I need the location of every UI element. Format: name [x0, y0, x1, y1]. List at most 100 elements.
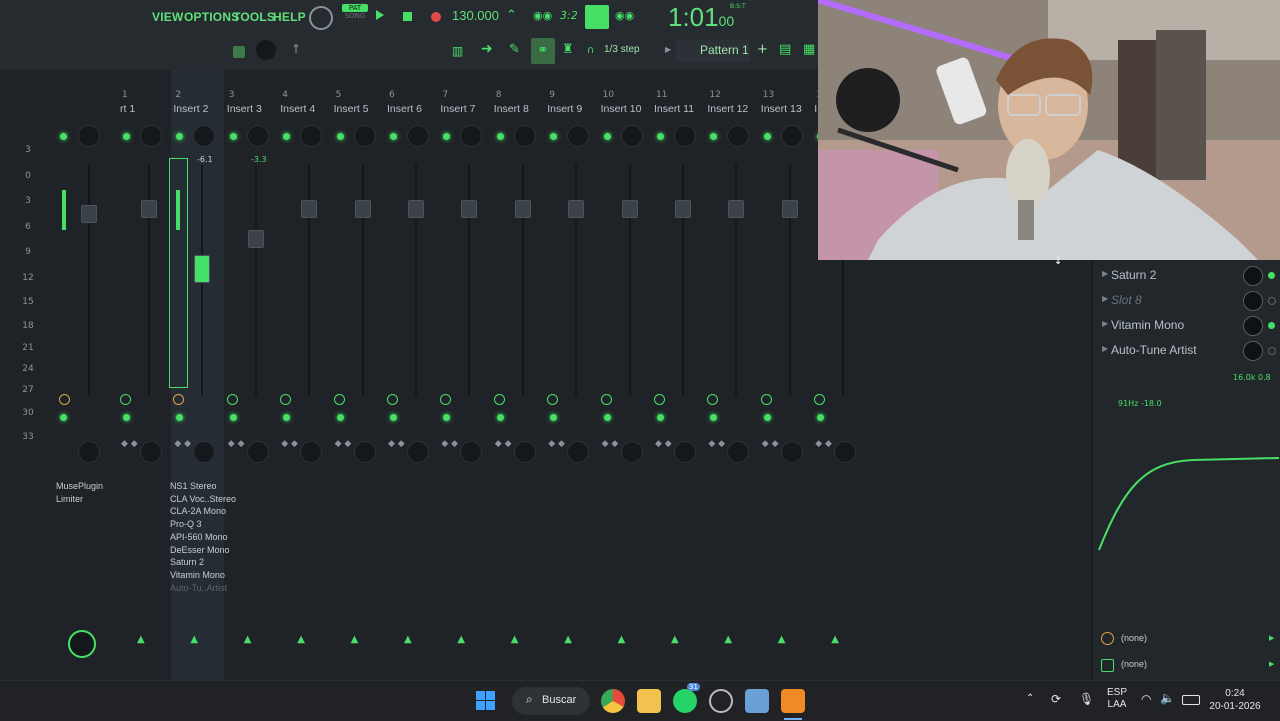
microphone-icon[interactable]: 🎙	[1079, 692, 1094, 706]
fx-item[interactable]: Limiter	[56, 493, 103, 506]
fx-ring-icon[interactable]	[547, 394, 559, 405]
output-dropdown-icon[interactable]: ▶	[1269, 660, 1274, 668]
slot-mix-knob[interactable]	[1243, 291, 1263, 311]
fx-slot-10[interactable]: ▶ Auto-Tune Artist	[1093, 339, 1280, 363]
mute-led[interactable]	[443, 133, 451, 140]
pan-knob[interactable]	[460, 125, 483, 147]
mute-led[interactable]	[763, 133, 771, 140]
slot-enable-led[interactable]	[1268, 272, 1275, 279]
stereo-separation-icon[interactable]: ◆ ◆	[388, 440, 405, 449]
fx-item[interactable]: Saturn 2	[170, 556, 236, 569]
route-arrow-icon[interactable]: ▲	[297, 634, 305, 645]
record-led[interactable]	[60, 414, 67, 421]
stereo-separation-icon[interactable]: ◆ ◆	[762, 440, 779, 449]
volume-fader[interactable]	[621, 200, 638, 218]
slot-mix-knob[interactable]	[1243, 341, 1263, 361]
record-led[interactable]	[283, 414, 291, 421]
stereo-knob[interactable]	[460, 441, 483, 463]
mixer-insert-strip[interactable]: 1 rt 1 ◆ ◆ ▲	[118, 70, 171, 680]
stereo-separation-icon[interactable]: ◆ ◆	[495, 440, 512, 449]
chrome-icon[interactable]	[601, 689, 625, 713]
wait-icon[interactable]: ◉◉	[533, 9, 552, 22]
stereo-knob[interactable]	[353, 441, 376, 463]
fx-ring-icon[interactable]	[59, 394, 70, 405]
mixer-insert-strip[interactable]: 6 Insert 6 ◆ ◆ ▲	[385, 70, 438, 680]
insert-name[interactable]: Insert 3	[227, 103, 262, 115]
link-icon[interactable]: ⚭	[531, 38, 555, 64]
slot-enable-led[interactable]	[1268, 297, 1276, 305]
stereo-separation-icon[interactable]: ◆ ◆	[602, 440, 619, 449]
route-arrow-icon[interactable]: ▲	[778, 634, 786, 645]
mute-led[interactable]	[123, 133, 130, 140]
fx-slot-7[interactable]: ▶ Saturn 2	[1093, 264, 1280, 288]
fx-item[interactable]: Vitamin Mono	[170, 569, 236, 582]
stereo-knob[interactable]	[727, 441, 750, 463]
pin-icon[interactable]: ↑	[291, 42, 301, 56]
whatsapp-icon[interactable]: 31	[673, 683, 700, 713]
volume-fader[interactable]	[568, 200, 585, 218]
input-routing[interactable]: (none)	[1121, 633, 1147, 643]
fx-ring-icon[interactable]	[760, 394, 772, 405]
stereo-knob[interactable]	[567, 441, 590, 463]
mixer-icon[interactable]: ▦	[803, 42, 815, 57]
insert-name[interactable]: Insert 5	[334, 103, 369, 115]
mute-led[interactable]	[283, 133, 291, 140]
stereo-knob[interactable]	[246, 441, 269, 463]
slot-enable-led[interactable]	[1268, 347, 1276, 355]
route-arrow-icon[interactable]: ▲	[831, 634, 839, 645]
insert-name[interactable]: Insert 9	[547, 103, 582, 115]
stereo-knob[interactable]	[674, 441, 696, 463]
insert-name[interactable]: I	[814, 103, 817, 115]
stereo-knob[interactable]	[834, 441, 857, 463]
magnet-icon[interactable]: ∩	[587, 45, 594, 56]
record-icon[interactable]	[431, 12, 441, 22]
input-dropdown-icon[interactable]: ▶	[1269, 634, 1274, 642]
pan-knob[interactable]	[407, 125, 429, 147]
mixer-insert-strip[interactable]: 13 Insert 13 ◆ ◆ ▲	[759, 70, 812, 680]
stereo-knob[interactable]	[620, 441, 643, 463]
fx-ring-icon[interactable]	[707, 394, 719, 405]
fx-ring-icon[interactable]	[120, 394, 131, 405]
insert-name[interactable]: Insert 13	[761, 103, 802, 115]
insert-name[interactable]: Insert 6	[387, 103, 422, 115]
stereo-knob[interactable]	[193, 441, 216, 463]
pan-knob[interactable]	[353, 125, 376, 147]
stereo-separation-icon[interactable]: ◆ ◆	[228, 440, 245, 449]
volume-fader[interactable]	[675, 200, 691, 218]
record-led[interactable]	[763, 414, 771, 421]
fx-item[interactable]: CLA-2A Mono	[170, 505, 236, 518]
mute-led[interactable]	[496, 133, 504, 140]
volume-fader[interactable]	[354, 200, 371, 218]
insert-name[interactable]: rt 1	[120, 103, 135, 115]
stop-icon[interactable]	[403, 12, 412, 21]
volume-fader[interactable]	[301, 200, 318, 218]
arrow-right-icon[interactable]: ➜	[481, 41, 493, 57]
chevron-up-icon[interactable]: ⌃	[1026, 693, 1034, 704]
output-routing[interactable]: (none)	[1121, 659, 1147, 669]
volume-fader[interactable]	[514, 200, 531, 218]
stereo-separation-icon[interactable]: ◆ ◆	[441, 440, 458, 449]
record-led[interactable]	[603, 414, 611, 421]
pattern-selector[interactable]: Pattern 1	[676, 40, 750, 62]
stamp-icon[interactable]: ♜	[562, 42, 574, 57]
mute-led[interactable]	[657, 133, 664, 140]
battery-icon[interactable]	[1182, 695, 1200, 705]
volume-fader[interactable]	[408, 200, 424, 218]
photos-icon[interactable]	[745, 689, 769, 713]
mixer-insert-strip[interactable]: 5 Insert 5 ◆ ◆ ▲	[332, 70, 385, 680]
menu-view[interactable]: VIEW	[152, 10, 183, 24]
fx-ring-icon[interactable]	[333, 394, 345, 405]
volume-fader[interactable]	[81, 205, 97, 223]
fx-item[interactable]: CLA Voc..Stereo	[170, 493, 236, 506]
stereo-separation-icon[interactable]: ◆ ◆	[121, 440, 138, 449]
fl-studio-icon[interactable]	[781, 689, 805, 713]
piano-roll-icon[interactable]: ▥	[452, 44, 463, 58]
stereo-separation-icon[interactable]: ◆ ◆	[708, 440, 725, 449]
fx-slot-8[interactable]: ▶ Slot 8	[1093, 289, 1280, 313]
volume-fader[interactable]	[141, 200, 157, 218]
route-arrow-icon[interactable]: ▲	[457, 634, 465, 645]
slot-mix-knob[interactable]	[1243, 316, 1263, 336]
record-led[interactable]	[817, 414, 825, 421]
snap-step[interactable]: 1/3 step	[604, 44, 640, 55]
pan-knob[interactable]	[246, 125, 269, 147]
